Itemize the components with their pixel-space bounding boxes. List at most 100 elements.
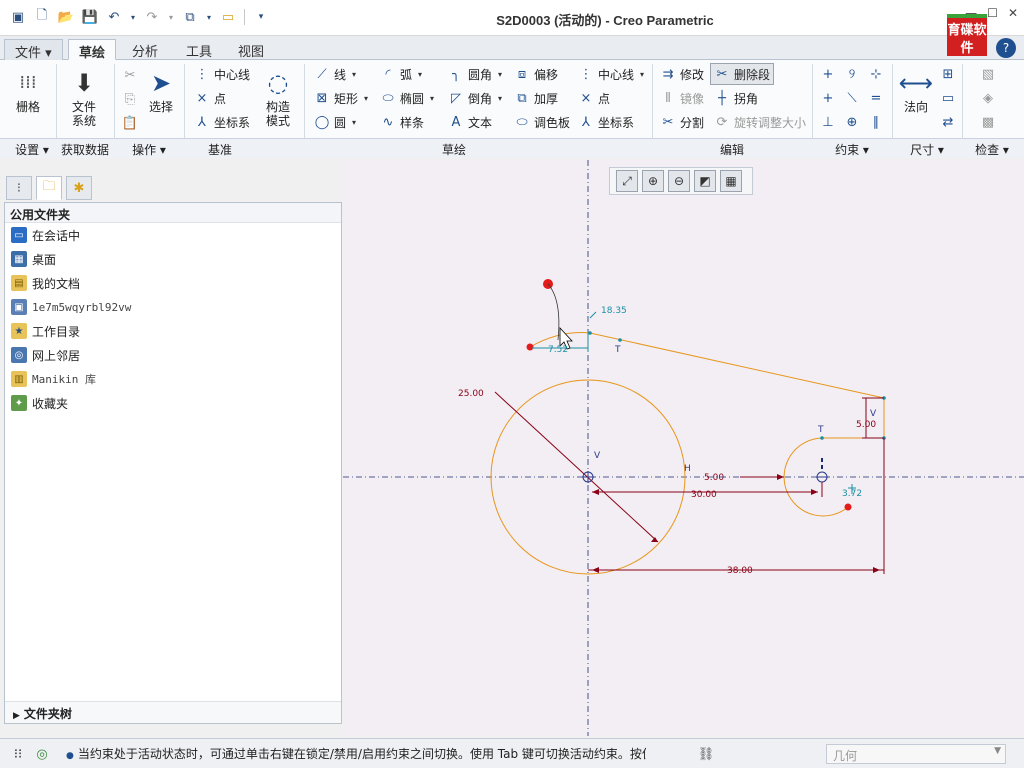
copy-icon[interactable]: ⎘ — [122, 91, 138, 107]
constraint-midpoint-icon[interactable]: ⊹ — [868, 66, 884, 82]
baseline-icon[interactable]: ▭ — [940, 90, 956, 106]
group-constrain[interactable]: 约束 ▾ — [812, 141, 892, 157]
tab-view[interactable]: 视图 — [228, 39, 274, 60]
nav-item-label: 我的文档 — [32, 276, 81, 291]
fillet-button[interactable]: ╮ 圆角 ▾ — [448, 63, 502, 85]
constraint-symmetric-icon[interactable]: ⊕ — [844, 114, 860, 130]
group-inspect[interactable]: 检查 ▾ — [962, 141, 1022, 157]
arc-button[interactable]: ◜ 弧 ▾ — [380, 63, 422, 85]
line-dropdown-icon[interactable]: ▾ — [352, 70, 356, 79]
datum-centerline-button[interactable]: ⋮ 中心线 — [194, 63, 251, 85]
select-button[interactable]: ➤ 选择 — [144, 66, 178, 114]
text-button[interactable]: A 文本 — [448, 111, 492, 133]
tab-sketch[interactable]: 草绘 — [68, 39, 117, 61]
paste-icon[interactable]: 📋 — [122, 115, 138, 131]
sketch-view-icon[interactable]: ◩ — [694, 170, 716, 192]
group-setup[interactable]: 设置 ▾ — [8, 141, 56, 157]
sketcher-display-icon[interactable]: ▦ — [720, 170, 742, 192]
nav-item-computer[interactable]: ▣ 1e7m5wqyrbl92vw — [5, 295, 341, 319]
nav-item-favorites[interactable]: ✦ 收藏夹 — [5, 391, 341, 415]
perimeter-icon[interactable]: ⊞ — [940, 66, 956, 82]
chamfer-button[interactable]: ◸ 倒角 ▾ — [448, 87, 502, 109]
constraint-perpendicular-icon[interactable]: ⊥ — [820, 114, 836, 130]
spline-button[interactable]: ∿ 样条 — [380, 111, 424, 133]
offset-button[interactable]: ⧈ 偏移 — [514, 63, 558, 85]
file-system-button[interactable]: ⬇ 文件系统 — [64, 66, 104, 128]
thicken-button[interactable]: ⧉ 加厚 — [514, 87, 558, 109]
rectangle-button[interactable]: ⊠ 矩形 ▾ — [314, 87, 368, 109]
construction-mode-button[interactable]: ◌ 构造模式 — [260, 66, 296, 128]
datum-csys-label: 坐标系 — [214, 115, 251, 130]
rectangle-dropdown-icon[interactable]: ▾ — [364, 94, 368, 103]
tab-tools[interactable]: 工具 — [176, 39, 222, 60]
nav-item-in-session[interactable]: ▭ 在会话中 — [5, 223, 341, 247]
toggle-navigator-icon[interactable]: ⁝⁝ — [8, 745, 28, 763]
ellipse-button[interactable]: ⬭ 椭圆 ▾ — [380, 87, 434, 109]
maximize-icon[interactable]: ☐ — [987, 6, 998, 20]
constraint-vertical-icon[interactable]: + — [820, 66, 836, 82]
mirror-button[interactable]: ⫴ 镜像 — [660, 87, 704, 109]
constraint-coincident-icon[interactable]: ⟍ — [844, 90, 860, 106]
normal-dimension-button[interactable]: ⟷ 法向 — [898, 66, 934, 114]
delete-segment-button[interactable]: ✂ 删除段 — [710, 63, 775, 85]
constraint-equal-icon[interactable]: = — [868, 90, 884, 106]
fillet-dropdown-icon[interactable]: ▾ — [498, 70, 502, 79]
nav-item-manikin-library[interactable]: ▥ Manikin 库 — [5, 367, 341, 391]
rotate-resize-button[interactable]: ⟳ 旋转调整大小 — [714, 111, 806, 133]
constraint-parallel-icon[interactable]: ∥ — [868, 114, 884, 130]
highlight-open-ends-icon[interactable]: ◈ — [980, 90, 996, 106]
group-dimension[interactable]: 尺寸 ▾ — [892, 141, 962, 157]
group-operations[interactable]: 操作 ▾ — [114, 141, 184, 157]
centerline-button[interactable]: ⋮ 中心线 ▾ — [578, 63, 645, 85]
divide-button[interactable]: ✂ 分割 — [660, 111, 704, 133]
logo-text: 育碟软件 — [947, 23, 987, 56]
sketch-centerline-icon: ⋮ — [579, 66, 593, 82]
circle-button[interactable]: ◯ 圆 ▾ — [314, 111, 356, 133]
modify-button[interactable]: ⇉ 修改 — [660, 63, 704, 85]
constraint-tangent-icon[interactable]: ୨ — [844, 66, 860, 82]
close-icon[interactable]: ✕ — [1008, 6, 1018, 20]
nav-item-working-directory[interactable]: ★ 工作目录 — [5, 319, 341, 343]
datum-point-label: 点 — [214, 91, 227, 106]
help-icon[interactable]: ? — [996, 38, 1016, 58]
corner-button[interactable]: ┼ 拐角 — [714, 87, 758, 109]
tab-file[interactable]: 文件 ▾ — [4, 39, 63, 61]
cut-icon[interactable]: ✂ — [122, 67, 138, 83]
zoom-out-icon[interactable]: ⊖ — [668, 170, 690, 192]
model-tree-tab[interactable]: ⁝ — [6, 176, 32, 200]
reference-icon[interactable]: ⇄ — [940, 114, 956, 130]
grid-button[interactable]: ⁞⁞⁞ 栅格 — [10, 66, 46, 114]
palette-button[interactable]: ⬭ 调色板 — [514, 111, 570, 133]
nav-item-label: 收藏夹 — [32, 396, 69, 411]
delete-segment-label: 删除段 — [734, 67, 771, 82]
line-button[interactable]: ⟋ 线 ▾ — [314, 63, 356, 85]
refit-icon[interactable]: ⤢ — [616, 170, 638, 192]
point-button[interactable]: × 点 — [578, 87, 610, 109]
chamfer-dropdown-icon[interactable]: ▾ — [498, 94, 502, 103]
nav-item-my-documents[interactable]: ▤ 我的文档 — [5, 271, 341, 295]
ellipse-dropdown-icon[interactable]: ▾ — [430, 94, 434, 103]
circle-dropdown-icon[interactable]: ▾ — [352, 118, 356, 127]
selection-filter[interactable]: 几何 ▼ — [826, 744, 1006, 764]
arc-dropdown-icon[interactable]: ▾ — [418, 70, 422, 79]
browser-icon[interactable]: ◎ — [32, 745, 52, 763]
centerline-dropdown-icon[interactable]: ▾ — [640, 70, 644, 79]
line-icon: ⟋ — [317, 66, 327, 82]
constraint-horizontal-icon[interactable]: + — [820, 90, 836, 106]
datum-csys-button[interactable]: ⅄ 坐标系 — [194, 111, 250, 133]
zoom-in-icon[interactable]: ⊕ — [642, 170, 664, 192]
nav-item-network[interactable]: ◎ 网上邻居 — [5, 343, 341, 367]
folder-browser-tab[interactable]: 🗀 — [36, 176, 62, 200]
datum-point-button[interactable]: × 点 — [194, 87, 226, 109]
overlapping-geometry-icon[interactable]: ▧ — [980, 66, 996, 82]
tab-analysis[interactable]: 分析 — [122, 39, 168, 60]
shade-closed-loops-icon[interactable]: ▩ — [980, 114, 996, 130]
favorites-tab[interactable]: ✱ — [66, 176, 92, 200]
library-icon: ▥ — [11, 371, 27, 387]
nav-item-desktop[interactable]: ▦ 桌面 — [5, 247, 341, 271]
csys-button[interactable]: ⅄ 坐标系 — [578, 111, 634, 133]
folder-tree-toggle[interactable]: ▶ 文件夹树 — [5, 701, 341, 723]
graphics-window[interactable] — [343, 160, 1024, 736]
csys-label: 坐标系 — [598, 115, 635, 130]
find-icon[interactable]: ⛓ — [696, 745, 716, 763]
